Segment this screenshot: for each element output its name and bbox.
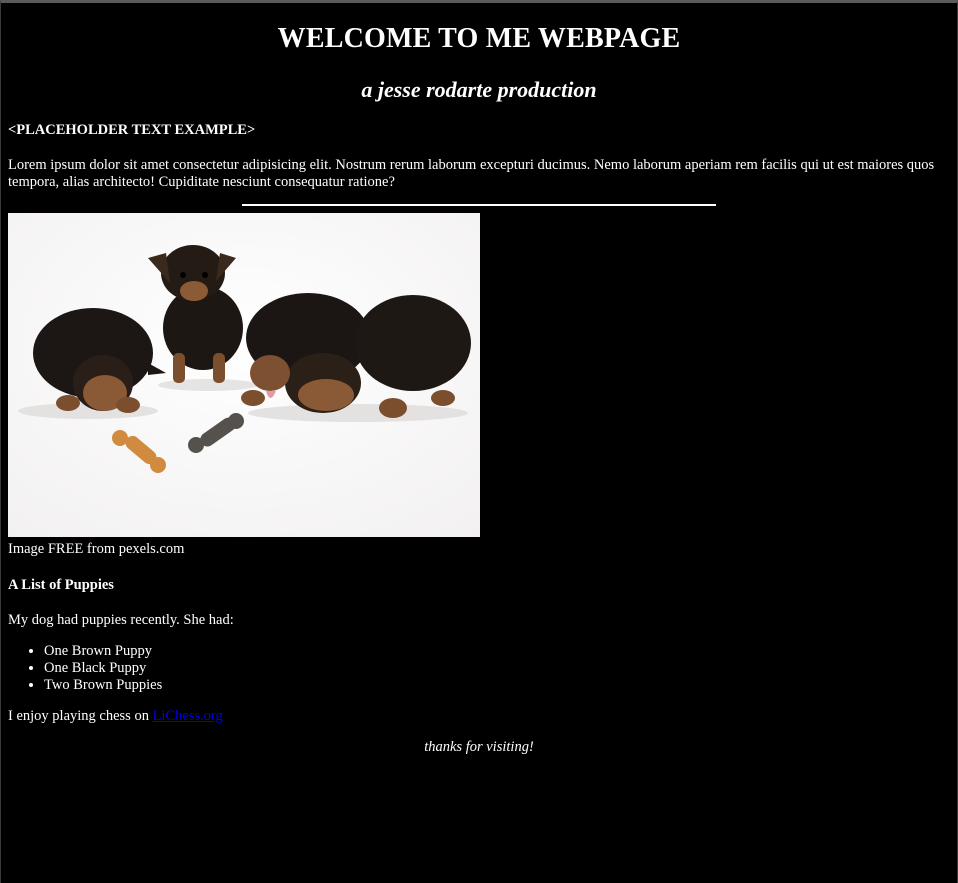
puppies-intro: My dog had puppies recently. She had: [8,612,234,628]
placeholder-paragraph: Lorem ipsum dolor sit amet consectetur a… [8,157,935,190]
placeholder-heading: <PLACEHOLDER TEXT EXAMPLE> [8,122,256,138]
image-caption: Image FREE from pexels.com [8,541,185,557]
page: WELCOME TO ME WEBPAGE a jesse rodarte pr… [1,22,957,756]
page-title: WELCOME TO ME WEBPAGE [277,23,681,54]
puppies-heading: A List of Puppies [8,577,114,593]
puppies-photo [8,213,480,537]
puppies-list: One Brown Puppy One Black Puppy Two Brow… [8,643,950,694]
list-item: One Brown Puppy [44,643,950,660]
list-item: One Black Puppy [44,660,950,677]
page-subtitle: a jesse rodarte production [361,77,597,102]
lichess-link[interactable]: LiChess.org [153,708,223,724]
thanks-message: thanks for visiting! [424,739,534,755]
horizontal-divider [242,204,716,206]
list-item: Two Brown Puppies [44,677,950,694]
chess-line: I enjoy playing chess on LiChess.org [8,708,950,725]
chess-text: I enjoy playing chess on [8,708,153,724]
